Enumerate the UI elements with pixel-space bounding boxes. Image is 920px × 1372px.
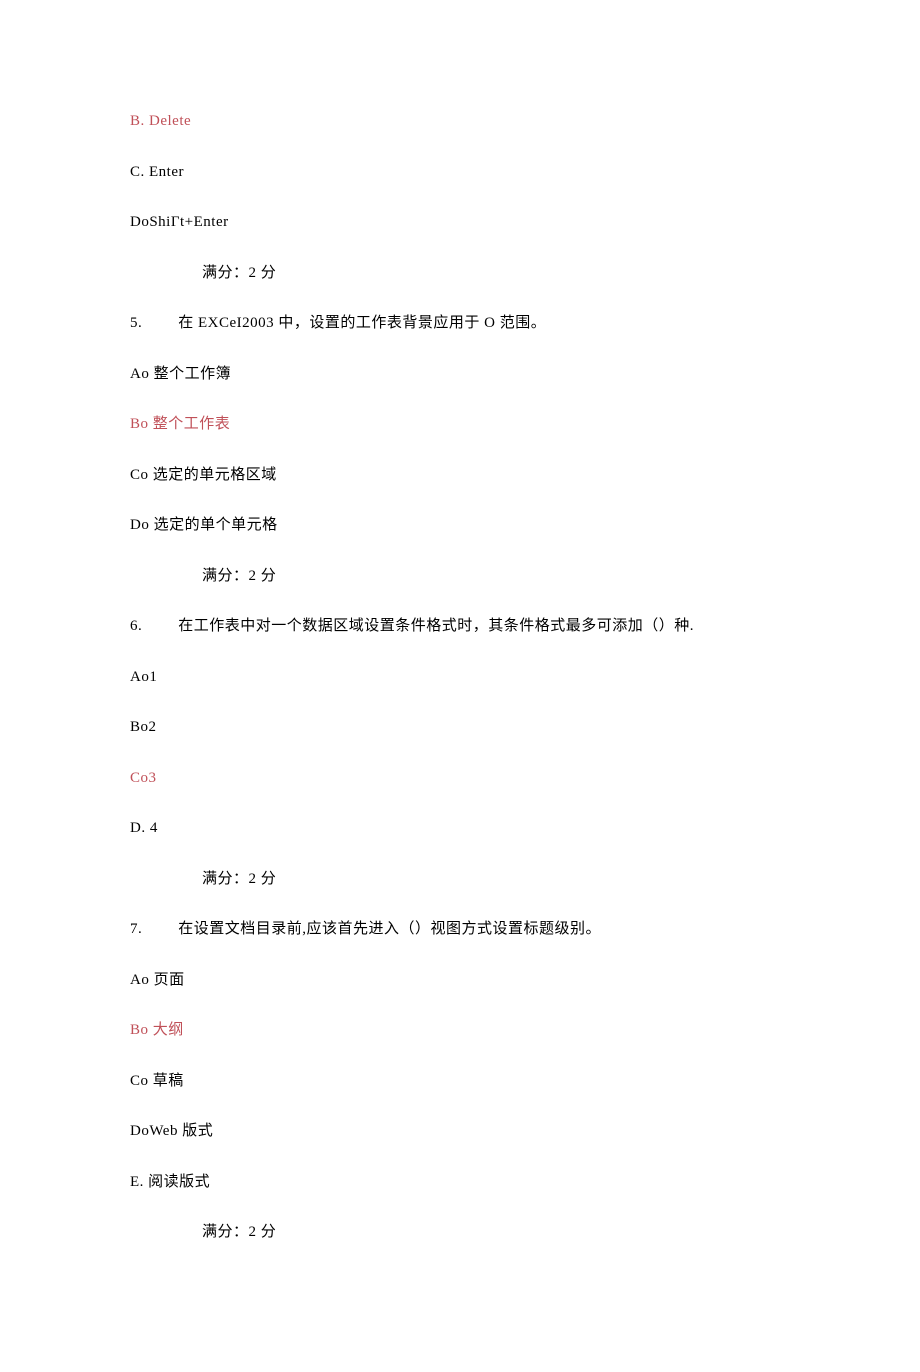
q4-option-d: DoShiΓt+Enter bbox=[130, 211, 790, 234]
q6-option-d: D. 4 bbox=[130, 817, 790, 840]
q7-score: 满分：2 分 bbox=[130, 1221, 790, 1244]
q4-score: 满分：2 分 bbox=[130, 262, 790, 285]
q5-text: 在 EXCeI2003 中，设置的工作表背景应用于 O 范围。 bbox=[178, 315, 546, 331]
q6-score: 满分：2 分 bbox=[130, 868, 790, 891]
q5-option-c: Co 选定的单元格区域 bbox=[130, 464, 790, 487]
q5-score: 满分：2 分 bbox=[130, 565, 790, 588]
q5-option-b: Bo 整个工作表 bbox=[130, 413, 790, 436]
q6-number: 6. bbox=[130, 615, 174, 638]
q7-stem: 7. 在设置文档目录前,应该首先进入（）视图方式设置标题级别。 bbox=[130, 918, 790, 941]
q7-option-e: E. 阅读版式 bbox=[130, 1171, 790, 1194]
q5-number: 5. bbox=[130, 312, 174, 335]
q6-option-b: Bo2 bbox=[130, 716, 790, 739]
q4-option-b: B. Delete bbox=[130, 110, 790, 133]
q7-text: 在设置文档目录前,应该首先进入（）视图方式设置标题级别。 bbox=[178, 921, 601, 937]
q6-text: 在工作表中对一个数据区域设置条件格式时，其条件格式最多可添加（）种. bbox=[178, 618, 694, 634]
q5-option-d: Do 选定的单个单元格 bbox=[130, 514, 790, 537]
q5-stem: 5. 在 EXCeI2003 中，设置的工作表背景应用于 O 范围。 bbox=[130, 312, 790, 335]
q5-option-a: Ao 整个工作簿 bbox=[130, 363, 790, 386]
q4-option-c: C. Enter bbox=[130, 161, 790, 184]
q7-option-a: Ao 页面 bbox=[130, 969, 790, 992]
document-page: B. Delete C. Enter DoShiΓt+Enter 满分：2 分 … bbox=[0, 0, 920, 1372]
q7-option-d: DoWeb 版式 bbox=[130, 1120, 790, 1143]
q7-option-b: Bo 大纲 bbox=[130, 1019, 790, 1042]
q7-option-c: Co 草稿 bbox=[130, 1070, 790, 1093]
q6-option-c: Co3 bbox=[130, 767, 790, 790]
q7-number: 7. bbox=[130, 918, 174, 941]
q6-option-a: Ao1 bbox=[130, 666, 790, 689]
q6-stem: 6. 在工作表中对一个数据区域设置条件格式时，其条件格式最多可添加（）种. bbox=[130, 615, 790, 638]
